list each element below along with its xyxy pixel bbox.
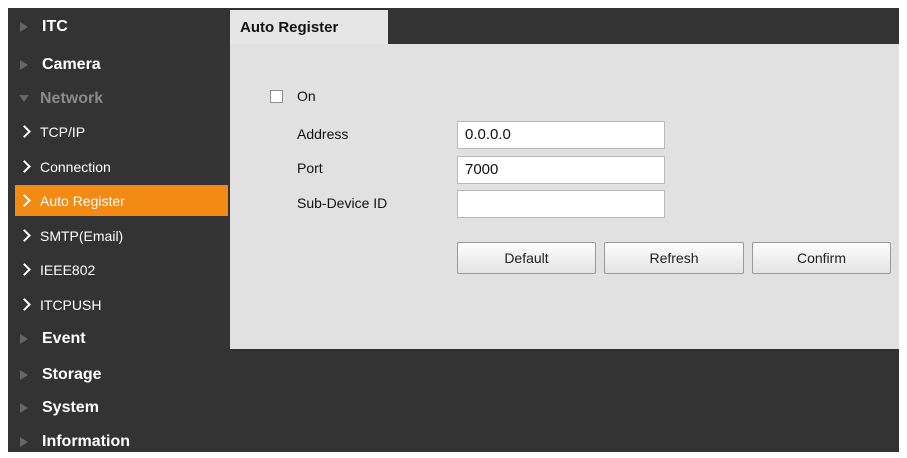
- sidebar-item-connection[interactable]: Connection: [8, 150, 230, 183]
- sidebar: ITC Camera Network TCP/IP Connection Aut…: [8, 8, 230, 452]
- sidebar-item-camera[interactable]: Camera: [8, 48, 230, 81]
- sub-device-id-label: Sub-Device ID: [297, 195, 388, 211]
- sidebar-item-event[interactable]: Event: [8, 322, 230, 355]
- settings-panel: On Address 0.0.0.0 Port 7000 Sub-Device …: [230, 44, 899, 349]
- on-checkbox[interactable]: [270, 90, 283, 103]
- tab-auto-register[interactable]: Auto Register: [230, 10, 388, 44]
- sidebar-item-label: Connection: [40, 158, 111, 175]
- app-frame: ITC Camera Network TCP/IP Connection Aut…: [8, 8, 899, 452]
- triangle-right-icon: [20, 402, 28, 413]
- address-field[interactable]: 0.0.0.0: [457, 121, 665, 149]
- sidebar-item-label: Camera: [42, 55, 101, 73]
- chevron-right-icon: [18, 125, 31, 138]
- on-label: On: [297, 88, 316, 104]
- sidebar-item-itcpush[interactable]: ITCPUSH: [8, 288, 230, 321]
- sidebar-item-label: Auto Register: [40, 192, 125, 209]
- sidebar-item-label: Storage: [42, 365, 102, 383]
- sidebar-item-storage[interactable]: Storage: [8, 358, 230, 391]
- sidebar-item-label: ITC: [42, 17, 68, 35]
- sidebar-item-label: System: [42, 398, 99, 416]
- chevron-right-icon: [18, 194, 31, 207]
- sidebar-item-label: Event: [42, 329, 86, 347]
- sidebar-item-itc[interactable]: ITC: [8, 10, 230, 43]
- chevron-right-icon: [18, 160, 31, 173]
- sidebar-item-information[interactable]: Information: [8, 425, 230, 458]
- sidebar-item-ieee802[interactable]: IEEE802: [8, 253, 230, 286]
- triangle-right-icon: [20, 333, 28, 344]
- sidebar-item-network[interactable]: Network: [8, 82, 230, 115]
- tab-bar: Auto Register: [230, 8, 899, 44]
- confirm-button[interactable]: Confirm: [752, 242, 891, 274]
- default-button[interactable]: Default: [457, 242, 596, 274]
- triangle-down-icon: [19, 95, 29, 102]
- sidebar-item-label: SMTP(Email): [40, 227, 124, 244]
- sidebar-item-system[interactable]: System: [8, 391, 230, 424]
- sidebar-item-tcpip[interactable]: TCP/IP: [8, 115, 230, 148]
- triangle-right-icon: [20, 59, 28, 70]
- chevron-right-icon: [18, 298, 31, 311]
- sidebar-item-label: TCP/IP: [40, 123, 86, 140]
- port-label: Port: [297, 160, 323, 176]
- sidebar-item-label: ITCPUSH: [40, 296, 102, 313]
- sidebar-item-smtp[interactable]: SMTP(Email): [8, 219, 230, 252]
- address-label: Address: [297, 126, 349, 142]
- sidebar-item-label: Information: [42, 432, 130, 450]
- sub-device-id-field[interactable]: [457, 190, 665, 218]
- chevron-right-icon: [18, 263, 31, 276]
- triangle-right-icon: [20, 21, 28, 32]
- port-field[interactable]: 7000: [457, 156, 665, 184]
- triangle-right-icon: [20, 369, 28, 380]
- chevron-right-icon: [18, 229, 31, 242]
- sidebar-item-label: Network: [40, 89, 104, 107]
- sidebar-item-label: IEEE802: [40, 261, 96, 278]
- triangle-right-icon: [20, 436, 28, 447]
- sidebar-item-auto-register[interactable]: Auto Register: [15, 185, 228, 216]
- refresh-button[interactable]: Refresh: [604, 242, 744, 274]
